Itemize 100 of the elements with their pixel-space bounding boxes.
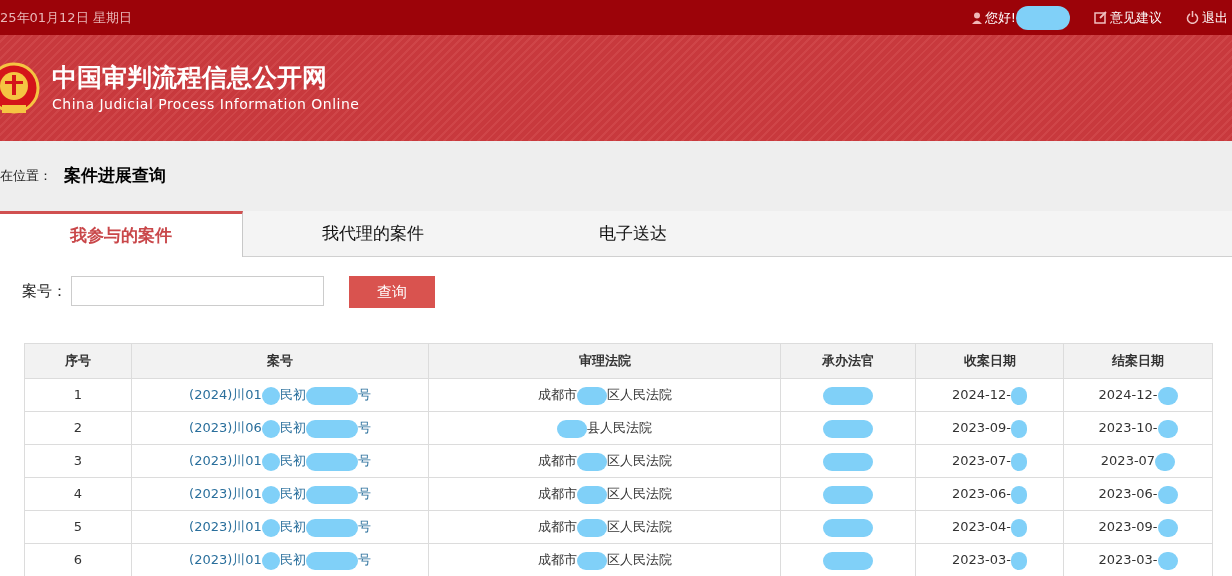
tab[interactable]: 电子送达	[503, 211, 763, 257]
table-cell: 成都市	[537, 486, 577, 502]
tab[interactable]: 我代理的案件	[243, 211, 503, 257]
redaction-mark	[305, 551, 358, 570]
redaction-mark	[557, 419, 587, 438]
redaction-mark	[1157, 551, 1178, 570]
case-number-link[interactable]: (2023)川01	[189, 519, 262, 535]
redaction-mark	[576, 386, 607, 405]
redaction-mark	[305, 386, 358, 405]
table-cell: 1	[73, 387, 83, 403]
table-cell: 成都市	[537, 387, 577, 403]
table-cell: 区人民法院	[606, 552, 672, 568]
case-number-link[interactable]: 号	[357, 453, 371, 469]
case-number-link[interactable]: 号	[357, 552, 371, 568]
breadcrumb-label: 在位置：	[0, 167, 52, 186]
case-number-link[interactable]: (2023)川06	[189, 420, 262, 436]
case-number-link[interactable]: 民初	[279, 519, 306, 535]
redaction-mark	[1011, 419, 1027, 438]
redaction-mark	[1157, 485, 1178, 504]
table-cell: 2023-06-	[952, 486, 1011, 502]
redaction-mark	[1155, 452, 1176, 471]
case-number-label: 案号：	[22, 281, 67, 302]
table-cell: 2023-10-	[1098, 420, 1158, 436]
redaction-mark	[576, 485, 607, 504]
redaction-mark	[261, 518, 280, 537]
redaction-mark	[261, 419, 280, 438]
table-cell: 6	[73, 552, 83, 568]
redaction-mark	[261, 485, 280, 504]
redaction-mark	[576, 518, 607, 537]
case-number-link[interactable]: (2023)川01	[189, 552, 262, 568]
case-number-link[interactable]: 号	[357, 420, 371, 436]
redaction-mark	[1157, 518, 1178, 537]
user-icon	[971, 11, 982, 24]
redaction-mark	[823, 386, 873, 405]
redaction-mark	[1157, 386, 1178, 405]
case-number-link[interactable]: (2024)川01	[189, 387, 262, 403]
table-cell: 2023-03-	[952, 552, 1011, 568]
greeting-text: 您好!	[984, 8, 1016, 27]
redaction-mark	[1011, 452, 1027, 471]
table-cell: 区人民法院	[606, 519, 672, 535]
table-cell: 成都市	[537, 519, 577, 535]
redaction-mark	[576, 551, 607, 570]
redaction-mark	[823, 551, 873, 570]
site-subtitle: China Judicial Process Information Online	[52, 94, 360, 114]
table-cell: 区人民法院	[606, 486, 672, 502]
logout-link[interactable]: 退出	[1186, 7, 1228, 28]
table-cell: 2023-09-	[952, 420, 1011, 436]
case-number-link[interactable]: 号	[357, 486, 371, 502]
case-number-field[interactable]	[71, 276, 324, 306]
case-number-link[interactable]: 民初	[279, 552, 306, 568]
table-cell: 5	[73, 519, 83, 535]
breadcrumb-current: 案件进展查询	[64, 164, 166, 188]
case-number-link[interactable]: (2023)川01	[189, 453, 262, 469]
redaction-mark	[1011, 485, 1027, 504]
table-cell: 2	[73, 420, 83, 436]
case-number-link[interactable]: 民初	[279, 453, 306, 469]
redaction-mark	[823, 485, 873, 504]
redaction-mark	[305, 452, 358, 471]
case-number-link[interactable]: (2023)川01	[189, 486, 262, 502]
column-header: 收案日期	[915, 343, 1064, 379]
redaction-mark	[823, 452, 873, 471]
search-button[interactable]: 查询	[349, 276, 435, 308]
redaction-mark	[305, 419, 358, 438]
case-number-link[interactable]: 民初	[279, 387, 306, 403]
redaction-mark	[261, 551, 280, 570]
table-cell: 2024-12-	[1098, 387, 1158, 403]
column-header: 案号	[131, 343, 429, 379]
table-cell: 2023-07	[1100, 453, 1156, 469]
column-header: 结案日期	[1063, 343, 1213, 379]
case-number-link[interactable]: 民初	[279, 420, 306, 436]
redaction-mark	[305, 518, 358, 537]
table-cell: 2023-04-	[952, 519, 1011, 535]
redaction-mark	[305, 485, 358, 504]
redaction-mark	[823, 419, 873, 438]
site-title: 中国审判流程信息公开网	[52, 61, 328, 94]
case-number-link[interactable]: 号	[357, 519, 371, 535]
table-cell: 2023-03-	[1098, 552, 1158, 568]
table-cell: 2024-12-	[952, 387, 1011, 403]
feedback-link[interactable]: 意见建议	[1094, 7, 1162, 28]
table-cell: 2023-06-	[1098, 486, 1158, 502]
column-header: 序号	[24, 343, 132, 379]
case-number-link[interactable]: 民初	[279, 486, 306, 502]
redaction-mark	[261, 452, 280, 471]
column-header: 承办法官	[780, 343, 916, 379]
table-cell: 区人民法院	[606, 453, 672, 469]
table-cell: 2023-07-	[952, 453, 1011, 469]
redaction-mark	[1011, 518, 1027, 537]
column-header: 审理法院	[428, 343, 781, 379]
redaction-mark	[823, 518, 873, 537]
table-cell: 3	[73, 453, 83, 469]
tab[interactable]: 我参与的案件	[0, 211, 243, 257]
edit-icon	[1094, 11, 1107, 24]
table-cell: 县人民法院	[587, 420, 652, 436]
redaction-mark	[1011, 386, 1027, 405]
case-number-link[interactable]: 号	[357, 387, 371, 403]
redaction-mark	[576, 452, 607, 471]
table-cell: 成都市	[537, 552, 577, 568]
date-text: 25年01月12日 星期日	[0, 8, 132, 27]
table-cell: 2023-09-	[1098, 519, 1158, 535]
redaction-mark	[1011, 551, 1027, 570]
